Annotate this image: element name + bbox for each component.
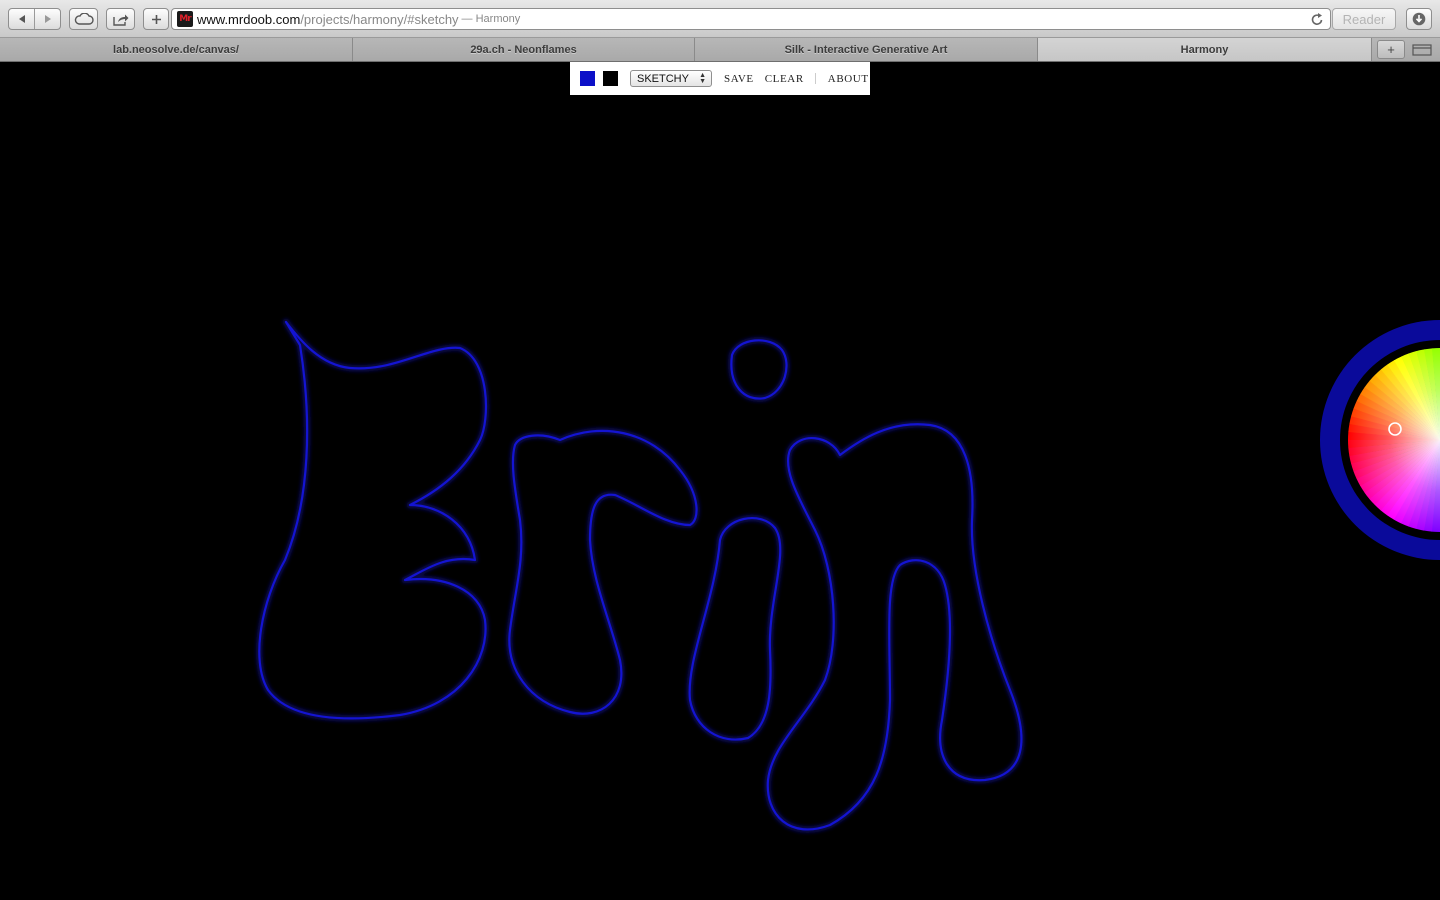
- page-title: — Harmony: [461, 13, 521, 25]
- foreground-color-swatch[interactable]: [580, 71, 595, 86]
- icloud-tabs-button[interactable]: [69, 8, 98, 30]
- reload-button[interactable]: [1311, 12, 1324, 29]
- add-bookmark-button[interactable]: [143, 8, 169, 30]
- color-wheel[interactable]: [1320, 320, 1440, 560]
- tab-label: Silk - Interactive Generative Art: [784, 43, 948, 56]
- share-button[interactable]: [106, 8, 135, 30]
- tab-list-icon: [1412, 44, 1432, 56]
- downloads-button[interactable]: [1406, 8, 1432, 30]
- sketch-drawing: [255, 318, 1025, 833]
- share-icon: [112, 14, 128, 26]
- tab-list-button[interactable]: [1412, 43, 1432, 61]
- brush-select-value: SKETCHY: [637, 72, 689, 85]
- stroke-letter-r: [508, 429, 698, 715]
- drawing-canvas[interactable]: [0, 62, 1440, 900]
- forward-button[interactable]: [34, 9, 60, 29]
- tab-harmony[interactable]: Harmony: [1038, 38, 1372, 61]
- tab-label: Harmony: [1180, 43, 1229, 56]
- url-path: /projects/harmony/#sketchy: [300, 11, 459, 27]
- cloud-icon: [74, 13, 94, 25]
- download-icon: [1412, 12, 1426, 26]
- background-color-swatch[interactable]: [603, 71, 618, 86]
- reader-button[interactable]: Reader: [1332, 8, 1396, 30]
- url-host: www.mrdoob.com: [197, 11, 301, 27]
- tab-label: 29a.ch - Neonflames: [470, 43, 577, 56]
- browser-toolbar: Mr www.mrdoob.com /projects/harmony/#ske…: [0, 0, 1440, 38]
- tab-bar: lab.neosolve.de/canvas/ 29a.ch - Neonfla…: [0, 38, 1440, 62]
- back-button[interactable]: [9, 9, 34, 29]
- back-arrow-icon: [18, 15, 25, 23]
- site-favicon: Mr: [177, 11, 193, 27]
- tab-silk[interactable]: Silk - Interactive Generative Art: [695, 38, 1038, 61]
- clear-button[interactable]: CLEAR: [765, 73, 804, 85]
- nav-button-group: [8, 8, 61, 30]
- stroke-letter-e: [258, 320, 488, 720]
- reload-icon: [1311, 13, 1323, 25]
- tab-neonflames[interactable]: 29a.ch - Neonflames: [353, 38, 695, 61]
- plus-icon: [151, 14, 161, 24]
- tab-neosolve[interactable]: lab.neosolve.de/canvas/: [0, 38, 353, 61]
- address-bar[interactable]: Mr www.mrdoob.com /projects/harmony/#ske…: [171, 8, 1331, 30]
- stroke-letter-n: [766, 423, 1023, 831]
- tab-label: lab.neosolve.de/canvas/: [113, 43, 239, 56]
- menu-divider: [814, 73, 816, 84]
- forward-arrow-icon: [44, 15, 51, 23]
- brush-select[interactable]: SKETCHY ▲ ▼: [630, 70, 712, 87]
- select-arrows-icon: ▲ ▼: [699, 72, 706, 85]
- save-button[interactable]: SAVE: [724, 73, 754, 85]
- harmony-menu: SKETCHY ▲ ▼ SAVE CLEAR ABOUT: [570, 62, 870, 95]
- about-button[interactable]: ABOUT: [828, 73, 869, 85]
- new-tab-button[interactable]: +: [1377, 40, 1405, 59]
